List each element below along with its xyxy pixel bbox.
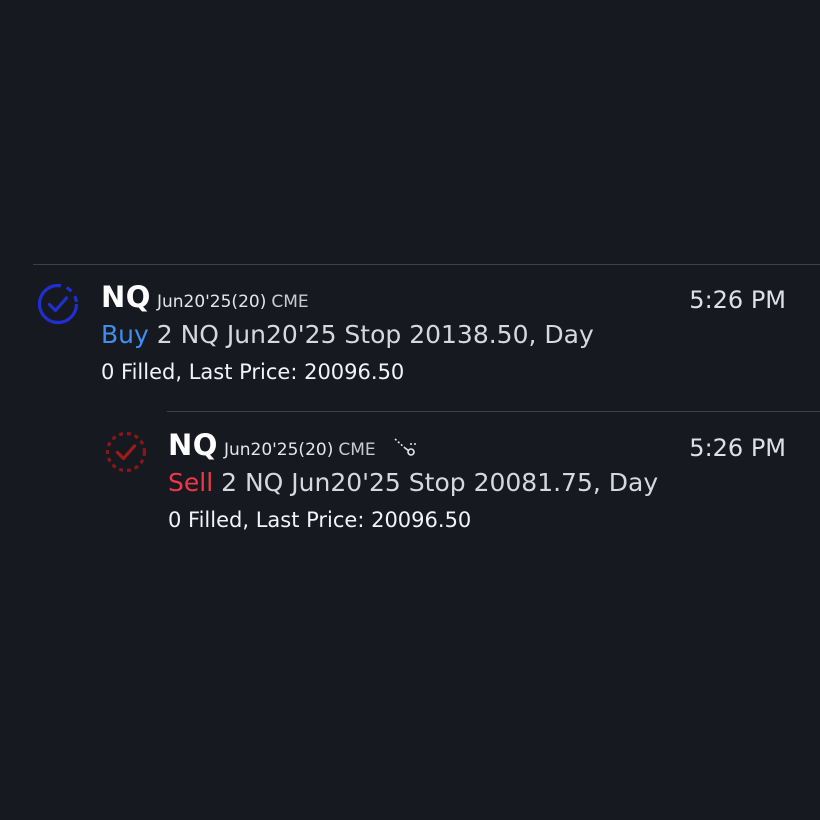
order-detail: 2 NQ Jun20'25 Stop 20081.75, Day bbox=[213, 468, 659, 497]
order-contract: Jun20'25(20) bbox=[156, 292, 267, 312]
order-side: Sell bbox=[168, 468, 214, 497]
order-fill-status: 0 Filled, Last Price: 20096.50 bbox=[168, 508, 472, 532]
order-description: Buy 2 NQ Jun20'25 Stop 20138.50, Day bbox=[101, 320, 820, 358]
order-row-sell[interactable]: NQ Jun20'25(20) CME 5:26 PM Sell 2 NQ Jun2… bbox=[104, 428, 820, 552]
order-exchange: CME bbox=[271, 292, 309, 312]
order-body: NQ Jun20'25(20) CME 5:26 PM Buy 2 NQ Jun20… bbox=[101, 280, 820, 384]
order-body: NQ Jun20'25(20) CME 5:26 PM Sell 2 NQ Jun2… bbox=[168, 428, 820, 532]
bracket-link-icon bbox=[394, 438, 417, 456]
order-row-buy[interactable]: NQ Jun20'25(20) CME 5:26 PM Buy 2 NQ Jun20… bbox=[36, 280, 820, 404]
order-time: 5:26 PM bbox=[689, 434, 786, 462]
order-title-row: NQ Jun20'25(20) CME 5:26 PM bbox=[168, 428, 820, 470]
order-time: 5:26 PM bbox=[689, 286, 786, 314]
order-detail: 2 NQ Jun20'25 Stop 20138.50, Day bbox=[148, 320, 594, 349]
divider bbox=[167, 411, 820, 412]
order-side: Buy bbox=[101, 320, 149, 349]
order-symbol: NQ bbox=[101, 280, 151, 314]
orders-screen: NQ Jun20'25(20) CME 5:26 PM Buy 2 NQ Jun20… bbox=[0, 0, 820, 820]
order-symbol: NQ bbox=[168, 428, 218, 462]
order-exchange: CME bbox=[338, 440, 376, 460]
order-description: Sell 2 NQ Jun20'25 Stop 20081.75, Day bbox=[168, 468, 820, 506]
order-fill-status: 0 Filled, Last Price: 20096.50 bbox=[101, 360, 405, 384]
divider bbox=[33, 264, 820, 265]
order-title-row: NQ Jun20'25(20) CME 5:26 PM bbox=[101, 280, 820, 322]
order-contract: Jun20'25(20) bbox=[223, 440, 334, 460]
check-circle-icon bbox=[105, 431, 147, 473]
check-circle-icon bbox=[37, 283, 79, 325]
